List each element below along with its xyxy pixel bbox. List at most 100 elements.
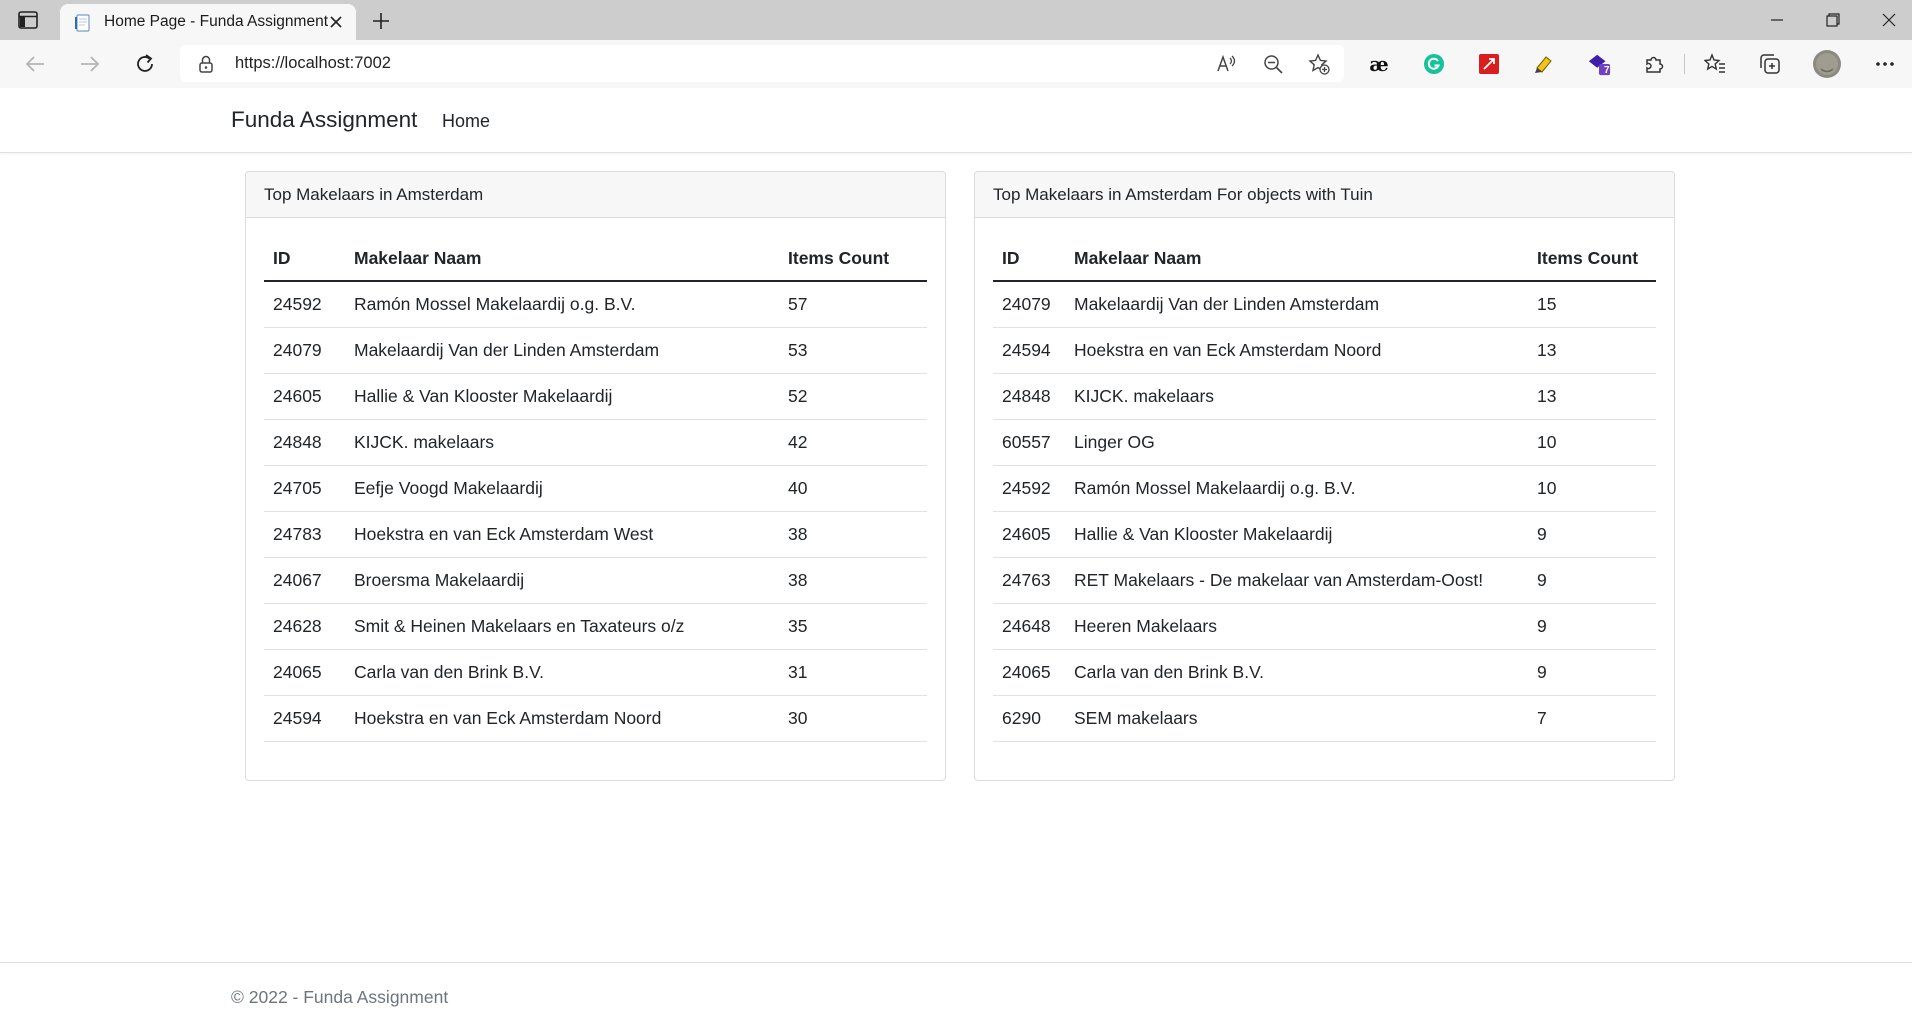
- extensions-puzzle-icon[interactable]: [1642, 52, 1666, 76]
- cell-items-count: 38: [779, 511, 927, 558]
- cell-items-count: 10: [1528, 465, 1656, 512]
- collections-icon[interactable]: [1758, 52, 1782, 76]
- cell-id: 24783: [264, 511, 345, 558]
- cell-items-count: 35: [779, 603, 927, 650]
- table-row: 24079 Makelaardij Van der Linden Amsterda…: [993, 281, 1656, 328]
- nav-link-home[interactable]: Home: [442, 111, 490, 132]
- makelaars-table: ID Makelaar Naam Items Count 24592 Ramón …: [264, 236, 927, 742]
- more-options-icon[interactable]: [1873, 52, 1897, 76]
- profile-avatar-icon[interactable]: [1812, 49, 1842, 79]
- cell-items-count: 10: [1528, 419, 1656, 466]
- cell-makelaar-name: Hoekstra en van Eck Amsterdam Noord: [345, 695, 779, 742]
- cell-items-count: 57: [779, 281, 927, 328]
- lock-icon[interactable]: [196, 54, 216, 74]
- table-row: 24705 Eefje Voogd Makelaardij 40: [264, 465, 927, 512]
- address-bar[interactable]: https://localhost:7002: [180, 45, 1344, 82]
- cell-makelaar-name: Makelaardij Van der Linden Amsterdam: [1065, 281, 1528, 328]
- cell-id: 24592: [993, 465, 1065, 512]
- tab-actions-menu-icon[interactable]: [16, 8, 40, 32]
- cell-makelaar-name: Linger OG: [1065, 419, 1528, 466]
- cell-makelaar-name: KIJCK. makelaars: [1065, 373, 1528, 420]
- grammarly-extension-icon[interactable]: [1422, 52, 1446, 76]
- footer-copyright: © 2022 - Funda Assignment: [231, 987, 449, 1007]
- page-favicon-icon: [74, 14, 92, 32]
- cell-id: 24079: [264, 327, 345, 374]
- table-row: 24065 Carla van den Brink B.V. 9: [993, 649, 1656, 696]
- cell-id: 6290: [993, 695, 1065, 742]
- cell-items-count: 13: [1528, 327, 1656, 374]
- cell-id: 24648: [993, 603, 1065, 650]
- url-text[interactable]: https://localhost:7002: [235, 54, 391, 73]
- new-tab-icon[interactable]: [368, 8, 394, 34]
- cell-id: 24065: [993, 649, 1065, 696]
- refresh-icon[interactable]: [131, 50, 159, 78]
- cell-makelaar-name: SEM makelaars: [1065, 695, 1528, 742]
- cell-items-count: 9: [1528, 511, 1656, 558]
- navbar-brand[interactable]: Funda Assignment: [231, 107, 417, 133]
- table-row: 24594 Hoekstra en van Eck Amsterdam Noord…: [264, 695, 927, 742]
- close-tab-icon[interactable]: [326, 12, 346, 32]
- tab-title: Home Page - Funda Assignment: [104, 13, 329, 30]
- cell-id: 24079: [993, 281, 1065, 328]
- cell-id: 24594: [264, 695, 345, 742]
- cell-id: 24605: [264, 373, 345, 420]
- column-header-id: ID: [264, 236, 345, 282]
- cell-makelaar-name: Ramón Mossel Makelaardij o.g. B.V.: [1065, 465, 1528, 512]
- cell-makelaar-name: Eefje Voogd Makelaardij: [345, 465, 779, 512]
- cell-makelaar-name: Carla van den Brink B.V.: [345, 649, 779, 696]
- cell-id: 24705: [264, 465, 345, 512]
- cell-makelaar-name: Ramón Mossel Makelaardij o.g. B.V.: [345, 281, 779, 328]
- table-row: 24763 RET Makelaars - De makelaar van Ams…: [993, 557, 1656, 604]
- cell-items-count: 42: [779, 419, 927, 466]
- cell-items-count: 53: [779, 327, 927, 374]
- restore-window-icon[interactable]: [1810, 6, 1856, 34]
- table-row: 24605 Hallie & Van Klooster Makelaardij 52: [264, 373, 927, 420]
- cell-makelaar-name: Hoekstra en van Eck Amsterdam Noord: [1065, 327, 1528, 374]
- table-row: 24592 Ramón Mossel Makelaardij o.g. B.V. 1…: [993, 465, 1656, 512]
- top-makelaars-card: Top Makelaars in Amsterdam ID Makelaar N…: [245, 171, 946, 781]
- cell-makelaar-name: Carla van den Brink B.V.: [1065, 649, 1528, 696]
- back-arrow-icon[interactable]: [21, 50, 49, 78]
- extension-badge: 7: [1604, 65, 1610, 76]
- table-row: 24783 Hoekstra en van Eck Amsterdam West 3…: [264, 511, 927, 558]
- column-header-count: Items Count: [1528, 236, 1656, 282]
- highlighter-extension-icon[interactable]: [1532, 52, 1556, 76]
- cell-id: 24763: [993, 557, 1065, 604]
- cell-makelaar-name: Hallie & Van Klooster Makelaardij: [1065, 511, 1528, 558]
- browser-tab-active[interactable]: Home Page - Funda Assignment: [60, 4, 356, 40]
- table-row: 6290 SEM makelaars 7: [993, 695, 1656, 742]
- close-window-icon[interactable]: [1866, 6, 1912, 34]
- toolbar-separator: [1684, 54, 1685, 74]
- minimize-window-icon[interactable]: [1754, 6, 1800, 34]
- read-aloud-icon[interactable]: [1216, 53, 1238, 75]
- cell-items-count: 9: [1528, 557, 1656, 604]
- top-makelaars-tuin-card: Top Makelaars in Amsterdam For objects w…: [974, 171, 1675, 781]
- cell-id: 24628: [264, 603, 345, 650]
- zoom-out-icon[interactable]: [1262, 53, 1284, 75]
- purple-extension-icon[interactable]: 7: [1587, 52, 1611, 76]
- cell-makelaar-name: Hoekstra en van Eck Amsterdam West: [345, 511, 779, 558]
- forward-arrow-icon[interactable]: [76, 50, 104, 78]
- table-row: 24067 Broersma Makelaardij 38: [264, 557, 927, 604]
- browser-toolbar: https://localhost:7002 æ 7: [0, 40, 1912, 89]
- favorites-icon[interactable]: [1703, 52, 1727, 76]
- table-row: 24848 KIJCK. makelaars 42: [264, 419, 927, 466]
- table-row: 24648 Heeren Makelaars 9: [993, 603, 1656, 650]
- cell-items-count: 9: [1528, 649, 1656, 696]
- add-favorite-star-icon[interactable]: [1308, 53, 1330, 75]
- cell-makelaar-name: Heeren Makelaars: [1065, 603, 1528, 650]
- cell-items-count: 40: [779, 465, 927, 512]
- cell-items-count: 38: [779, 557, 927, 604]
- cell-makelaar-name: RET Makelaars - De makelaar van Amsterda…: [1065, 557, 1528, 604]
- cell-id: 24848: [993, 373, 1065, 420]
- pdf-extension-icon[interactable]: [1477, 52, 1501, 76]
- cell-items-count: 30: [779, 695, 927, 742]
- cell-makelaar-name: KIJCK. makelaars: [345, 419, 779, 466]
- column-header-name: Makelaar Naam: [1065, 236, 1528, 282]
- cell-id: 24067: [264, 557, 345, 604]
- cell-id: 24848: [264, 419, 345, 466]
- cell-id: 24605: [993, 511, 1065, 558]
- table-row: 24605 Hallie & Van Klooster Makelaardij 9: [993, 511, 1656, 558]
- ae-extension-icon[interactable]: æ: [1367, 52, 1391, 76]
- column-header-count: Items Count: [779, 236, 927, 282]
